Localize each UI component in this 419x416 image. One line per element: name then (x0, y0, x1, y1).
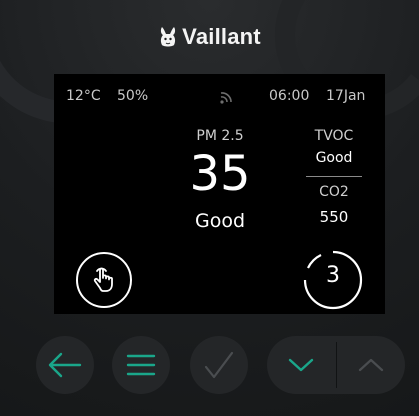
pm25-value: 35 (189, 146, 251, 202)
co2-value: 550 (319, 208, 349, 226)
arrow-left-icon (48, 352, 82, 378)
chevron-down-icon (288, 358, 314, 372)
chevron-up-icon (358, 358, 384, 372)
up-button[interactable] (337, 336, 405, 394)
back-button[interactable] (36, 336, 94, 394)
timer-value: 3 (326, 263, 340, 288)
menu-button[interactable] (112, 336, 170, 394)
menu-icon (126, 354, 156, 376)
up-down-rocker (267, 336, 405, 394)
hand-pointer-icon (93, 267, 113, 292)
humidity-readout: 50% (117, 88, 149, 104)
ok-button[interactable] (190, 336, 248, 394)
check-icon (204, 351, 234, 379)
clock-time: 06:00 (269, 88, 310, 104)
clock-date: 17Jan (326, 88, 366, 104)
down-button[interactable] (267, 336, 335, 394)
display-screen: 12°C 50% 06:00 17Jan PM 2.5 35 Good TVOC… (54, 74, 385, 314)
hare-logo-icon (161, 27, 176, 47)
manual-mode-button[interactable] (74, 250, 134, 310)
brand-header: Vaillant (0, 24, 419, 50)
metric-divider (306, 176, 362, 177)
tvoc-label: TVOC (314, 128, 354, 144)
tvoc-status: Good (315, 150, 353, 166)
pm25-status: Good (194, 210, 246, 232)
co2-label: CO2 (319, 184, 349, 200)
temperature-readout: 12°C (66, 88, 101, 104)
brand-name: Vaillant (182, 24, 261, 49)
status-bar: 12°C 50% 06:00 17Jan (66, 88, 373, 108)
pm25-label: PM 2.5 (196, 128, 244, 144)
wifi-icon (220, 92, 232, 104)
thermostat-device: Vaillant 12°C 50% 06:00 17Jan PM 2.5 35 … (0, 0, 419, 416)
